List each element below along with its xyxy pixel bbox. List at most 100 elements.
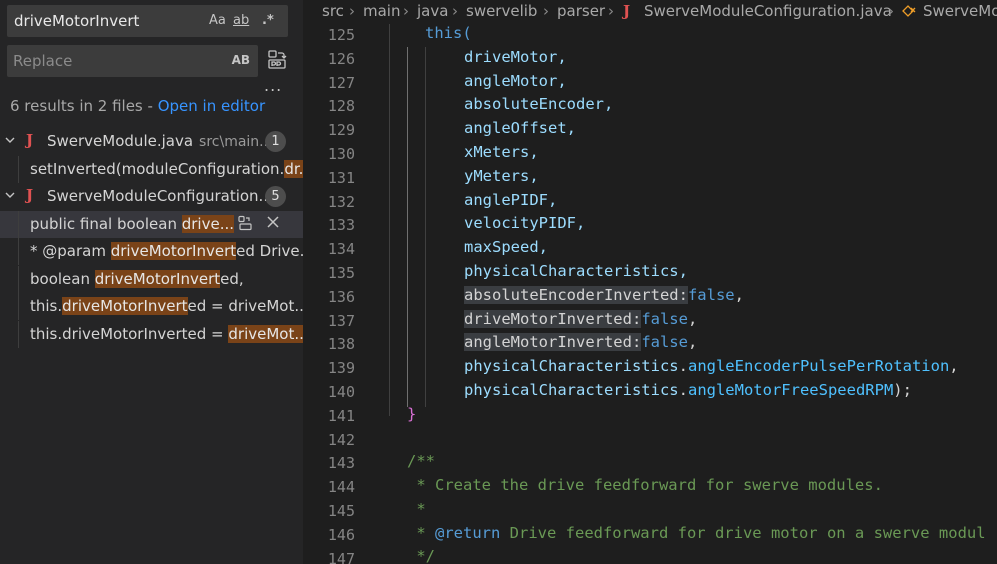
java-file-icon: J: [26, 131, 34, 149]
breadcrumb-chevron-icon: ›: [349, 2, 355, 20]
breadcrumb-item[interactable]: java: [417, 2, 448, 20]
line-number: 147: [327, 549, 355, 564]
code-line[interactable]: yMeters,: [464, 167, 539, 185]
line-number: 140: [327, 383, 355, 401]
code-line[interactable]: angleOffset,: [464, 119, 576, 137]
line-number: 128: [327, 97, 355, 116]
indent-guide: [425, 47, 426, 407]
result-match-row[interactable]: this.driveMotorInverted = driveMot...: [0, 293, 303, 320]
code-line[interactable]: physicalCharacteristics.angleMotorFreeSp…: [464, 381, 912, 399]
match-text: public final boolean drive...: [30, 215, 234, 233]
dismiss-match-icon[interactable]: [264, 215, 282, 233]
inlay-hint: driveMotorInverted:: [464, 310, 642, 328]
use-regex-toggle[interactable]: .*: [262, 11, 274, 31]
vscode-window: driveMotorInvert Aa ab .* Replace AB ...…: [0, 0, 997, 564]
breadcrumb-item[interactable]: main: [363, 2, 400, 20]
breadcrumb-chevron-icon: ›: [608, 2, 614, 20]
line-number: 144: [327, 478, 355, 497]
code-line[interactable]: */: [407, 547, 435, 564]
line-number: 126: [327, 49, 355, 68]
result-match-row-selected[interactable]: public final boolean drive...: [0, 211, 303, 238]
more-actions-icon[interactable]: ...: [264, 76, 282, 95]
result-file-name: SwerveModule.java: [47, 132, 194, 150]
code-line[interactable]: angleMotor,: [464, 72, 567, 90]
replace-match-icon[interactable]: [236, 215, 254, 233]
breadcrumb-item[interactable]: parser: [557, 2, 605, 20]
result-file-row[interactable]: J SwerveModuleConfiguration... 5: [0, 183, 303, 210]
search-input[interactable]: driveMotorInvert Aa ab .*: [7, 5, 288, 37]
tree-indent-guide: [18, 293, 19, 320]
result-match-row[interactable]: setInverted(moduleConfiguration.dr...: [0, 156, 303, 183]
code-line[interactable]: angleMotorInverted:false,: [464, 333, 697, 351]
result-file-name: SwerveModuleConfiguration...: [47, 187, 273, 205]
search-sidebar: driveMotorInvert Aa ab .* Replace AB ...…: [0, 0, 303, 564]
code-line[interactable]: this(: [425, 24, 472, 42]
line-number: 138: [327, 335, 355, 354]
replace-placeholder: Replace: [13, 52, 73, 70]
chevron-down-icon[interactable]: [4, 134, 16, 146]
match-text: boolean driveMotorInverted,: [30, 270, 244, 288]
java-file-icon: J: [623, 2, 631, 20]
code-line[interactable]: maxSpeed,: [464, 238, 548, 256]
line-number: 129: [327, 121, 355, 140]
match-highlight: drive...: [181, 215, 234, 233]
result-file-label: SwerveModule.java src\main...: [47, 132, 273, 150]
code-line[interactable]: driveMotor,: [464, 48, 567, 66]
indent-guide: [407, 47, 408, 407]
result-match-row[interactable]: boolean driveMotorInverted,: [0, 266, 303, 293]
preserve-case-toggle[interactable]: AB: [232, 53, 250, 67]
indent-guide: [389, 24, 390, 416]
tree-indent-guide: [18, 156, 19, 183]
breadcrumb-item[interactable]: src: [322, 2, 344, 20]
line-number: 132: [327, 192, 355, 211]
code-line[interactable]: xMeters,: [464, 143, 539, 161]
code-line[interactable]: }: [407, 405, 416, 423]
result-match-row[interactable]: this.driveMotorInverted = driveMot...: [0, 321, 303, 348]
chevron-down-icon[interactable]: [4, 189, 16, 201]
replace-input[interactable]: Replace AB: [7, 45, 258, 77]
code-line[interactable]: absoluteEncoderInverted:false,: [464, 286, 744, 304]
breadcrumb-symbol[interactable]: SwerveMo: [923, 2, 997, 20]
replace-all-icon[interactable]: [265, 48, 289, 72]
line-number: 143: [327, 454, 355, 473]
line-number: 130: [327, 145, 355, 163]
code-line[interactable]: velocityPIDF,: [464, 214, 585, 232]
tree-indent-guide: [18, 211, 19, 238]
code-line[interactable]: anglePIDF,: [464, 191, 557, 209]
line-number: 131: [327, 168, 355, 187]
code-line[interactable]: *: [407, 500, 425, 518]
match-text: * @param driveMotorInverted Drive...: [30, 242, 303, 260]
code-line[interactable]: physicalCharacteristics.angleEncoderPuls…: [464, 357, 959, 375]
code-line[interactable]: physicalCharacteristics,: [464, 262, 688, 280]
code-line[interactable]: * @return Drive feedforward for drive mo…: [407, 524, 985, 542]
code-line[interactable]: * Create the drive feedforward for swerv…: [407, 476, 883, 494]
match-whole-word-toggle[interactable]: ab: [233, 11, 249, 31]
result-file-path: src\main...: [199, 134, 273, 150]
match-text: this.driveMotorInverted = driveMot...: [30, 297, 303, 315]
breadcrumb-item[interactable]: swervelib: [466, 2, 537, 20]
match-case-toggle[interactable]: Aa: [209, 11, 226, 31]
open-in-editor-link[interactable]: Open in editor: [158, 97, 265, 115]
code-editor[interactable]: src › main › java › swervelib › parser ›…: [303, 0, 997, 564]
inlay-hint: absoluteEncoderInverted:: [464, 286, 688, 304]
inlay-hint: angleMotorInverted:: [464, 333, 642, 351]
code-line[interactable]: /**: [407, 452, 435, 470]
breadcrumb-chevron-icon: ›: [452, 2, 458, 20]
match-text: this.driveMotorInverted = driveMot...: [30, 325, 303, 343]
result-match-row[interactable]: * @param driveMotorInverted Drive...: [0, 238, 303, 265]
line-number: 146: [327, 525, 355, 544]
match-highlight: dr...: [284, 160, 303, 178]
line-number: 134: [327, 240, 355, 259]
code-line[interactable]: driveMotorInverted:false,: [464, 310, 697, 328]
java-file-icon: J: [26, 186, 34, 204]
line-number: 125: [327, 26, 355, 44]
match-highlight: driveMotorInvert: [110, 242, 237, 260]
search-query[interactable]: driveMotorInvert: [14, 12, 139, 30]
match-highlight: driveMotorInvert: [62, 297, 188, 315]
line-number: 135: [327, 264, 355, 282]
breadcrumb-file[interactable]: SwerveModuleConfiguration.java: [644, 2, 892, 20]
code-line[interactable]: absoluteEncoder,: [464, 95, 613, 113]
result-file-row[interactable]: J SwerveModule.java src\main... 1: [0, 128, 303, 155]
method-symbol-icon: [901, 3, 919, 23]
tree-indent-guide: [18, 266, 19, 293]
